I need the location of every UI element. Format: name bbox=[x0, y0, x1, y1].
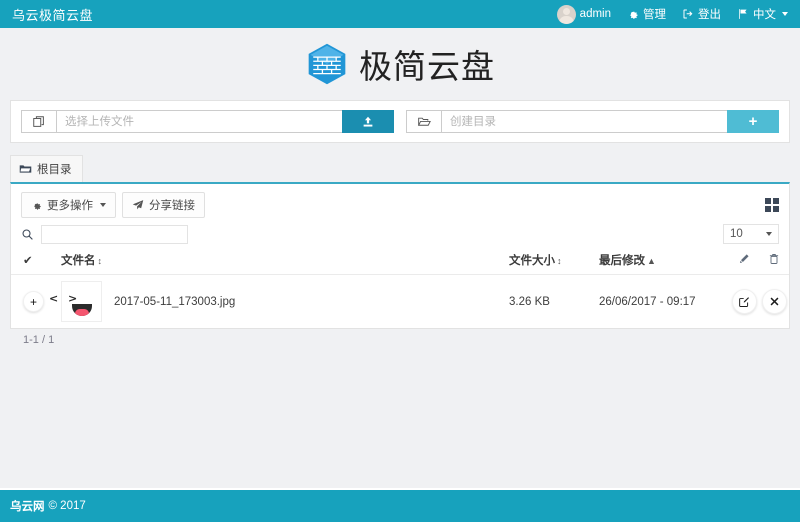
create-folder-button[interactable]: + bbox=[727, 110, 779, 133]
grid-view-icon[interactable] bbox=[765, 198, 779, 212]
upload-panel: + bbox=[10, 100, 790, 143]
files-icon bbox=[21, 110, 56, 133]
pencil-icon bbox=[738, 253, 750, 265]
gear-icon bbox=[627, 8, 639, 20]
column-header-modified[interactable]: 最后修改 ▲ bbox=[599, 248, 729, 275]
row-delete-cell bbox=[759, 275, 789, 329]
share-link-label: 分享链接 bbox=[149, 200, 195, 212]
admin-label: 管理 bbox=[643, 9, 666, 21]
more-actions-button[interactable]: 更多操作 bbox=[21, 192, 116, 218]
plus-icon: + bbox=[748, 113, 758, 130]
edit-square-icon bbox=[738, 296, 750, 308]
file-name-label[interactable]: 2017-05-11_173003.jpg bbox=[114, 296, 235, 308]
language-menu[interactable]: 中文 bbox=[737, 6, 788, 22]
sort-icon-size: ↕ bbox=[557, 256, 562, 266]
select-all-checkbox[interactable]: ✔ bbox=[11, 248, 61, 275]
row-delete-button[interactable] bbox=[761, 289, 787, 314]
file-list-panel: 更多操作 分享链接 10 ✔ 文件名 ↕ 文件大小 ↕ 最后修改 ▲ + > <… bbox=[10, 182, 790, 346]
search-icon bbox=[21, 228, 34, 241]
file-table-head: ✔ 文件名 ↕ 文件大小 ↕ 最后修改 ▲ bbox=[11, 248, 789, 275]
file-table: ✔ 文件名 ↕ 文件大小 ↕ 最后修改 ▲ + > < 2017-05-11_1… bbox=[11, 248, 789, 328]
logo-text: 极简云盘 bbox=[359, 47, 495, 86]
sort-icon-modified: ▲ bbox=[647, 256, 656, 266]
user-menu[interactable]: admin bbox=[556, 4, 611, 24]
avatar bbox=[556, 4, 576, 24]
gear-icon bbox=[31, 200, 42, 211]
file-toolbar: 更多操作 分享链接 bbox=[11, 184, 789, 218]
row-name-cell: > < 2017-05-11_173003.jpg bbox=[49, 275, 509, 329]
cube-icon bbox=[305, 42, 349, 86]
paper-plane-icon bbox=[132, 199, 144, 211]
folder-open-icon bbox=[406, 110, 441, 133]
column-header-edit bbox=[729, 248, 759, 275]
file-name-input[interactable] bbox=[56, 110, 342, 133]
column-label-size: 文件大小 bbox=[509, 255, 555, 267]
app-logo: 极简云盘 bbox=[0, 28, 800, 100]
upload-icon bbox=[361, 115, 375, 129]
breadcrumb-root-tab[interactable]: 根目录 bbox=[10, 155, 83, 182]
upload-button[interactable] bbox=[342, 110, 394, 133]
create-folder-group: + bbox=[406, 110, 779, 133]
navbar-right-menu: admin 管理 登出 中文 bbox=[556, 4, 788, 24]
close-icon bbox=[769, 296, 780, 307]
column-header-name[interactable]: 文件名 ↕ bbox=[61, 248, 509, 275]
filter-row: 10 bbox=[11, 218, 789, 248]
logout-label: 登出 bbox=[698, 9, 721, 21]
chevron-down-icon bbox=[100, 203, 106, 207]
chevron-down-icon bbox=[782, 12, 788, 16]
chevron-down-icon bbox=[766, 232, 772, 236]
folder-icon bbox=[19, 163, 32, 175]
row-size-cell: 3.26 KB bbox=[509, 295, 550, 308]
admin-link[interactable]: 管理 bbox=[627, 6, 666, 22]
toolbar-buttons: 更多操作 分享链接 bbox=[21, 192, 205, 218]
column-header-size[interactable]: 文件大小 ↕ bbox=[509, 248, 599, 275]
search-input[interactable] bbox=[41, 224, 188, 244]
flag-icon bbox=[737, 8, 749, 20]
file-table-body: + > < 2017-05-11_173003.jpg 3.26 KB 26/0… bbox=[11, 275, 789, 329]
footer-brand-link[interactable]: 乌云网 bbox=[10, 498, 45, 514]
search-box bbox=[21, 224, 188, 244]
page-footer: 乌云网 © 2017 bbox=[0, 488, 800, 522]
more-actions-label: 更多操作 bbox=[47, 200, 93, 212]
share-link-button[interactable]: 分享链接 bbox=[122, 192, 205, 218]
top-navbar: 乌云极简云盘 admin 管理 登出 中文 bbox=[0, 0, 800, 28]
language-label: 中文 bbox=[753, 9, 776, 21]
row-modified-cell: 26/06/2017 - 09:17 bbox=[599, 295, 696, 308]
page-size-value: 10 bbox=[730, 228, 743, 240]
pagination-info: 1-1 / 1 bbox=[23, 334, 55, 346]
username-label: admin bbox=[579, 8, 611, 20]
table-row: + > < 2017-05-11_173003.jpg 3.26 KB 26/0… bbox=[11, 275, 789, 329]
page-size-select[interactable]: 10 bbox=[723, 224, 779, 244]
row-edit-button[interactable] bbox=[731, 289, 757, 314]
footer-copyright: © 2017 bbox=[48, 500, 86, 512]
navbar-brand[interactable]: 乌云极简云盘 bbox=[12, 5, 93, 24]
file-thumbnail[interactable]: > < bbox=[49, 281, 102, 322]
column-label-name: 文件名 bbox=[61, 255, 96, 267]
folder-name-input[interactable] bbox=[441, 110, 727, 133]
column-header-delete bbox=[759, 248, 789, 275]
row-select-button[interactable]: + bbox=[23, 291, 44, 312]
breadcrumb-root-label: 根目录 bbox=[37, 164, 72, 176]
table-header-row: ✔ 文件名 ↕ 文件大小 ↕ 最后修改 ▲ bbox=[11, 248, 789, 275]
sort-icon-name: ↕ bbox=[97, 256, 103, 266]
breadcrumb: 根目录 bbox=[10, 155, 790, 182]
column-label-modified: 最后修改 bbox=[599, 255, 645, 267]
trash-icon bbox=[768, 253, 780, 265]
file-upload-group bbox=[21, 110, 394, 133]
row-edit-cell bbox=[729, 275, 759, 329]
sign-out-icon bbox=[682, 8, 694, 20]
logout-link[interactable]: 登出 bbox=[682, 6, 721, 22]
